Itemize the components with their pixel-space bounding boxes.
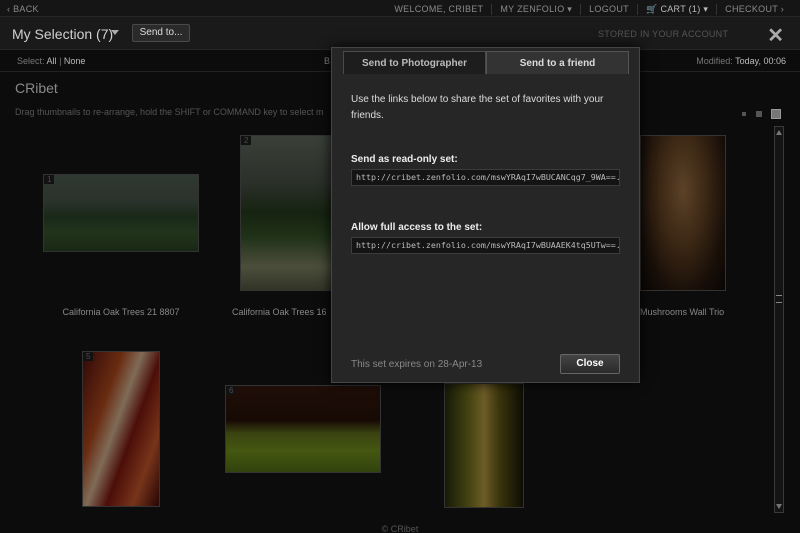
cart-label: CART (1) ▾ [660,4,709,14]
stored-in-account-text: STORED IN YOUR ACCOUNT [598,29,729,39]
modified-value: Today, 00:06 [735,56,786,66]
tab-send-to-friend[interactable]: Send to a friend [486,51,629,74]
expiry-text: This set expires on 28-Apr-13 [351,359,483,370]
modified-info: Modified: Today, 00:06 [696,56,786,66]
thumbnail-caption: California Oak Trees 16 [232,307,327,317]
close-button[interactable]: Close [560,354,620,374]
thumbnail-image[interactable]: 2 [240,135,332,291]
modified-label: Modified: [696,56,733,66]
full-access-url-field[interactable]: http://cribet.zenfolio.com/mswYRAqI7wBUA… [351,237,620,254]
readonly-url-field[interactable]: http://cribet.zenfolio.com/mswYRAqI7wBUC… [351,169,620,186]
cart-menu[interactable]: 🛒 CART (1) ▾ [636,4,716,15]
tab-send-to-photographer[interactable]: Send to Photographer [343,51,486,74]
page: ‹ BACK WELCOME, CRIBET MY ZENFOLIO ▾ LOG… [0,0,800,533]
copyright-footer: © CRibet [381,524,419,533]
logout-link[interactable]: LOGOUT [580,4,637,15]
full-access-label: Allow full access to the set: [351,222,483,233]
thumbnail-image[interactable] [444,383,524,508]
checkout-link[interactable]: CHECKOUT › [716,4,792,15]
share-tabs: Send to Photographer Send to a friend [343,51,629,74]
share-instructions: Use the links below to share the set of … [351,94,604,121]
thumbnail-caption: Mushrooms Wall Trio [640,307,725,317]
welcome-text: WELCOME, CRIBET [394,4,484,14]
thumbnail-caption: California Oak Trees 21 8807 [62,307,180,317]
share-dialog: Send to Photographer Send to a friend Us… [331,47,640,383]
sort-by-partial: B [324,56,331,66]
select-all-link[interactable]: All [47,56,57,66]
readonly-label: Send as read-only set: [351,154,458,165]
send-to-button[interactable]: Send to... [132,24,190,42]
thumbnail-image[interactable] [640,135,726,291]
owner-name: CRibet [15,80,58,96]
cart-icon: 🛒 [645,4,658,14]
my-zenfolio-menu[interactable]: MY ZENFOLIO ▾ [491,4,580,15]
drag-hint: Drag thumbnails to re-arrange, hold the … [15,107,324,117]
thumbnail-image[interactable]: 5 [82,351,160,507]
top-nav-right: WELCOME, CRIBET MY ZENFOLIO ▾ LOGOUT 🛒 CA… [386,4,792,15]
select-separator: | [59,56,62,66]
small-view-icon[interactable] [742,112,746,116]
thumbnail-image[interactable]: 1 [43,174,199,252]
select-label: Select: [17,56,45,66]
vertical-scrollbar[interactable] [774,126,784,513]
selection-title[interactable]: My Selection (7) [12,26,113,42]
title-bar: My Selection (7) Send to... STORED IN YO… [0,17,800,50]
medium-view-icon[interactable] [756,111,762,117]
scroll-down-icon[interactable] [776,504,782,509]
back-link[interactable]: ‹ BACK [7,4,39,14]
select-controls: Select: All | None [17,56,85,66]
thumbnail-image[interactable]: 6 [225,385,381,473]
top-nav-bar: ‹ BACK WELCOME, CRIBET MY ZENFOLIO ▾ LOG… [0,0,800,17]
large-view-icon[interactable] [771,109,781,119]
scroll-up-icon[interactable] [776,130,782,135]
chevron-down-icon[interactable] [111,30,119,35]
select-none-link[interactable]: None [64,56,86,66]
scroll-thumb[interactable] [776,295,782,303]
close-icon[interactable]: ✕ [767,23,784,48]
